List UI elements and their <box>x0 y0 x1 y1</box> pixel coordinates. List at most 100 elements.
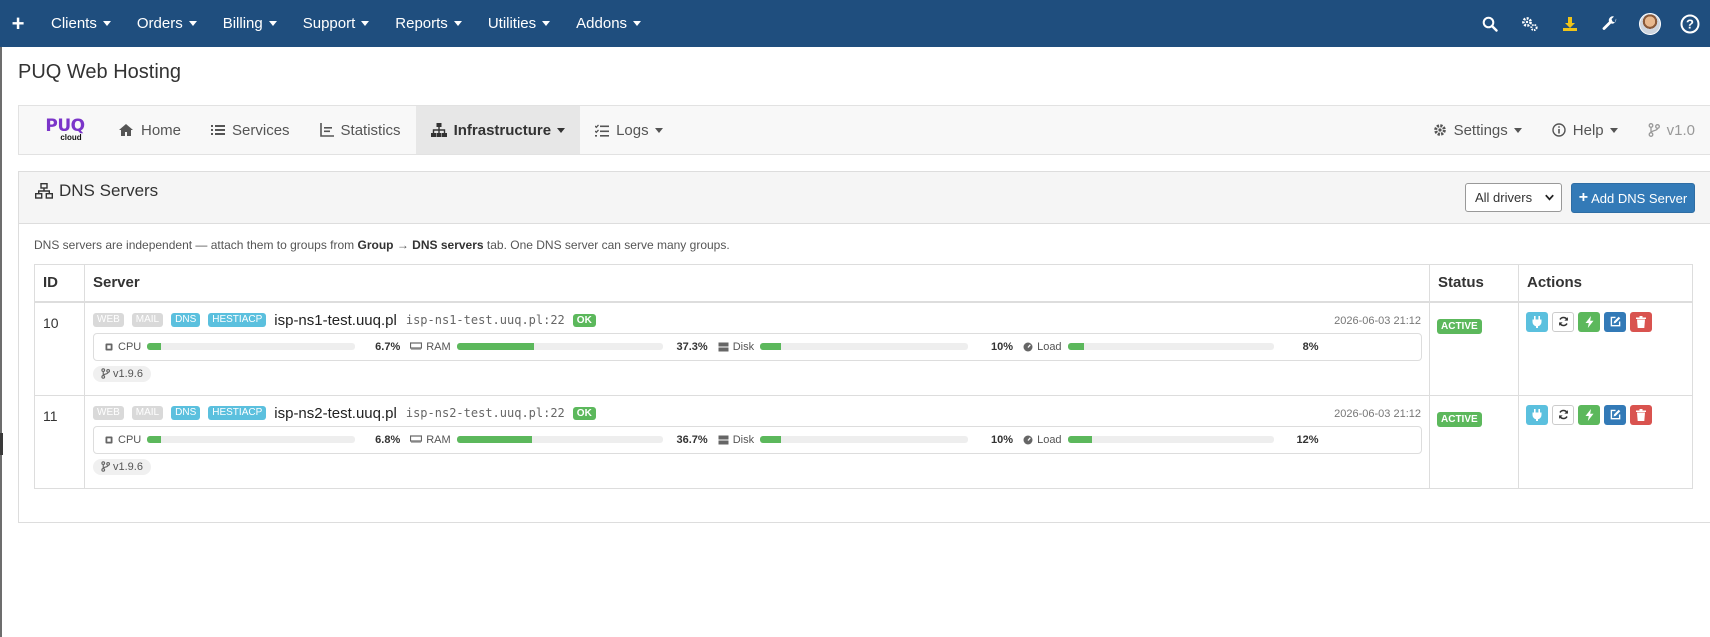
gauge-icon <box>1023 435 1033 444</box>
refresh-icon <box>1558 409 1568 420</box>
nav-statistics[interactable]: Statistics <box>305 106 416 154</box>
trash-icon <box>1636 315 1646 328</box>
delete-button[interactable] <box>1630 311 1652 332</box>
server-host-port: isp-ns1-test.uuq.pl:22 <box>405 313 565 327</box>
server-id: 10 <box>34 301 85 396</box>
panel-heading: DNS Servers All drivers + Add DNS Server <box>19 172 1710 224</box>
load-progress-fill <box>1067 436 1093 443</box>
metric-cpu: CPU 6.7% <box>104 341 410 353</box>
menu-billing[interactable]: Billing <box>223 15 277 32</box>
add-dns-server-button[interactable]: + Add DNS Server <box>1571 183 1695 213</box>
load-value: 12% <box>1296 433 1319 446</box>
chevron-down-icon <box>453 21 462 26</box>
server-cell: WEB MAIL DNS HESTIACP isp-ns1-test.uuq.p… <box>84 301 1430 396</box>
search-icon[interactable] <box>1470 0 1510 47</box>
last-check-timestamp: 2026-06-03 21:12 <box>1334 314 1421 327</box>
window-edge-marker <box>0 433 3 455</box>
puq-cloud-logo[interactable]: PUQ cloud <box>27 106 103 154</box>
nav-help[interactable]: Help <box>1537 106 1633 154</box>
chevron-down-icon <box>654 127 663 133</box>
help-icon[interactable]: ? <box>1670 0 1710 47</box>
deploy-button[interactable] <box>1578 311 1600 332</box>
hdd-icon <box>718 342 729 351</box>
cogs-icon[interactable] <box>1510 0 1550 47</box>
chevron-down-icon <box>557 127 566 133</box>
metric-load: Load 12% <box>1023 434 1328 446</box>
nav-settings[interactable]: Settings <box>1418 106 1537 154</box>
last-check-timestamp: 2026-06-03 21:12 <box>1334 407 1421 420</box>
metric-disk: Disk 10% <box>718 341 1023 353</box>
metric-label: Load <box>1037 340 1062 353</box>
wrench-icon[interactable] <box>1590 0 1630 47</box>
nav-home[interactable]: Home <box>103 106 196 154</box>
server-host-port: isp-ns2-test.uuq.pl:22 <box>405 406 565 420</box>
bolt-icon <box>1585 408 1593 421</box>
test-connection-button[interactable] <box>1526 311 1548 332</box>
ram-progress-fill <box>456 436 533 443</box>
chevron-down-icon <box>633 21 642 26</box>
panel-hint: DNS servers are independent — attach the… <box>34 238 730 252</box>
menu-clients[interactable]: Clients <box>51 15 111 32</box>
metric-label: Load <box>1037 433 1062 446</box>
metric-label: RAM <box>426 340 451 353</box>
plug-icon <box>1532 408 1542 421</box>
refresh-button[interactable] <box>1552 404 1574 425</box>
metric-label: CPU <box>118 433 142 446</box>
col-header-actions: Actions <box>1518 264 1693 303</box>
metric-load: Load 8% <box>1023 341 1328 353</box>
cpu-progress-bar <box>147 436 356 443</box>
col-header-server[interactable]: Server <box>84 264 1430 303</box>
row-actions <box>1519 396 1692 434</box>
nav-services[interactable]: Services <box>196 106 305 154</box>
tag-hestiacp: HESTIACP <box>208 313 267 327</box>
info-icon <box>1552 123 1566 137</box>
nav-logs[interactable]: Logs <box>580 106 678 154</box>
nav-infrastructure[interactable]: Infrastructure <box>415 106 581 154</box>
menu-addons[interactable]: Addons <box>576 15 642 32</box>
user-avatar-image <box>1639 12 1661 35</box>
window-left-edge <box>0 47 2 637</box>
status-badge: ACTIVE <box>1437 318 1482 334</box>
deploy-button[interactable] <box>1578 404 1600 425</box>
menu-support[interactable]: Support <box>303 15 370 32</box>
bolt-icon <box>1585 315 1593 328</box>
trash-icon <box>1636 408 1646 421</box>
top-menu: Clients Orders Billing Support Reports U… <box>38 15 654 32</box>
status-cell: ACTIVE <box>1429 394 1519 489</box>
status-badge: ACTIVE <box>1437 411 1482 427</box>
avatar[interactable] <box>1630 0 1670 47</box>
code-branch-icon <box>1648 123 1660 137</box>
menu-reports[interactable]: Reports <box>395 15 462 32</box>
download-icon[interactable] <box>1550 0 1590 47</box>
cpu-value: 6.7% <box>375 340 401 353</box>
menu-orders[interactable]: Orders <box>137 15 197 32</box>
col-header-id[interactable]: ID <box>34 264 85 303</box>
refresh-icon <box>1558 316 1568 327</box>
code-branch-icon <box>101 368 110 379</box>
refresh-button[interactable] <box>1552 311 1574 332</box>
quick-add-button[interactable]: + <box>0 11 36 37</box>
edit-button[interactable] <box>1604 404 1626 425</box>
menu-utilities[interactable]: Utilities <box>488 15 551 32</box>
server-hostname[interactable]: isp-ns1-test.uuq.pl <box>274 312 397 329</box>
driver-filter-select[interactable]: All drivers <box>1465 183 1562 212</box>
server-hostname[interactable]: isp-ns2-test.uuq.pl <box>274 405 397 422</box>
memory-icon <box>410 342 423 350</box>
code-branch-icon <box>101 461 110 472</box>
table-body: 10 WEB MAIL DNS HESTIACP isp-ns1-test.uu… <box>34 301 1693 489</box>
metric-ram: RAM 36.7% <box>410 434 717 446</box>
microchip-icon <box>105 436 113 443</box>
svg-text:?: ? <box>1686 16 1694 31</box>
edit-button[interactable] <box>1604 311 1626 332</box>
plug-icon <box>1532 315 1542 328</box>
server-header: WEB MAIL DNS HESTIACP isp-ns1-test.uuq.p… <box>93 312 596 329</box>
metric-cpu: CPU 6.8% <box>104 434 410 446</box>
delete-button[interactable] <box>1630 404 1652 425</box>
col-header-status[interactable]: Status <box>1429 264 1519 303</box>
load-progress-bar <box>1067 436 1274 443</box>
top-icons: ? <box>1470 0 1710 47</box>
chevron-down-icon <box>361 21 370 26</box>
load-progress-bar <box>1067 343 1274 350</box>
disk-progress-bar <box>760 343 969 350</box>
test-connection-button[interactable] <box>1526 404 1548 425</box>
